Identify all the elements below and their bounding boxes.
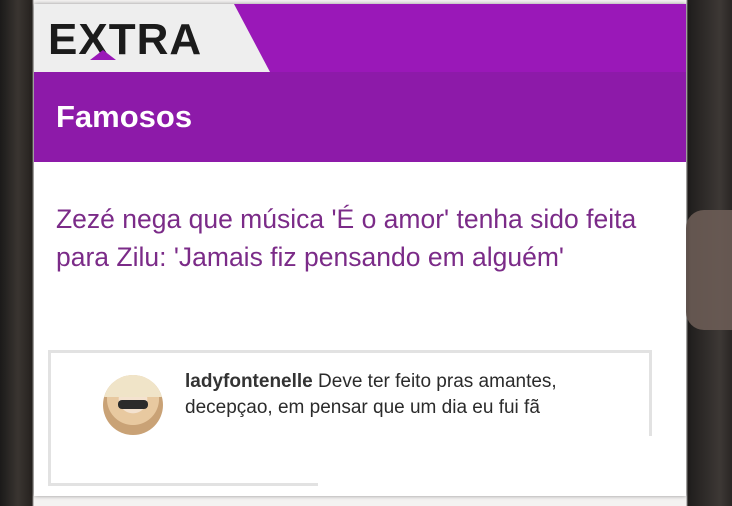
logo-plate: EXTRA	[34, 4, 270, 72]
article-card[interactable]: EXTRA Famosos Zezé nega que música 'É o …	[34, 4, 686, 496]
user-avatar-icon[interactable]	[103, 375, 163, 435]
article-headline[interactable]: Zezé nega que música 'É o amor' tenha si…	[56, 200, 666, 276]
overlay-patch	[318, 436, 674, 496]
background-hand	[686, 210, 732, 330]
top-bar: EXTRA	[34, 4, 686, 72]
comment-text: ladyfontenelle Deve ter feito pras amant…	[185, 369, 605, 421]
avatar-hair	[103, 375, 163, 397]
extra-logo[interactable]: EXTRA	[48, 14, 202, 66]
section-bar[interactable]: Famosos	[34, 72, 686, 162]
section-title: Famosos	[56, 99, 193, 134]
avatar-glasses	[118, 400, 148, 409]
comment-username[interactable]: ladyfontenelle	[185, 371, 313, 392]
